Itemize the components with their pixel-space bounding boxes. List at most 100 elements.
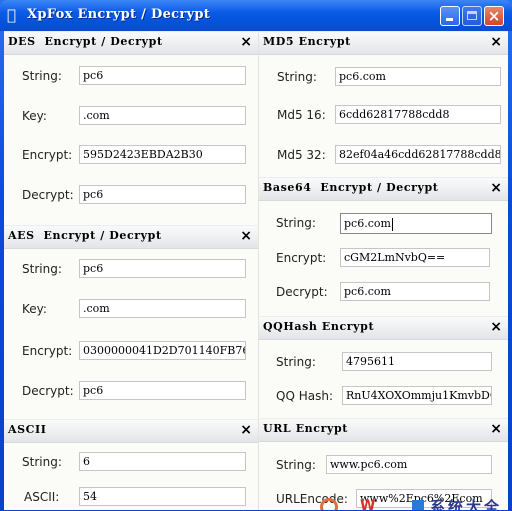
url-string-row: String: www.pc6.com bbox=[259, 455, 508, 477]
ascii-panel-title: ASCII bbox=[8, 423, 47, 436]
base64-string-input[interactable]: pc6.com bbox=[340, 213, 492, 234]
ascii-code-row: ASCII: 54 bbox=[4, 487, 258, 509]
aes-encrypt-label: Encrypt: bbox=[22, 344, 73, 358]
aes-string-label: String: bbox=[22, 262, 62, 276]
md5-16-output[interactable]: 6cdd62817788cdd8 bbox=[335, 105, 501, 124]
des-encrypt-output[interactable]: 595D2423EBDA2B30 bbox=[79, 145, 246, 164]
base64-encrypt-row: Encrypt: cGM2LmNvbQ== bbox=[259, 248, 508, 270]
watermark-w-icon: W bbox=[360, 498, 376, 510]
watermark-circle-icon bbox=[320, 498, 338, 510]
maximize-button[interactable] bbox=[462, 6, 482, 26]
url-string-label: String: bbox=[276, 458, 316, 472]
qqhash-panel-title: QQHash Encrypt bbox=[263, 320, 375, 333]
des-string-input[interactable]: pc6 bbox=[79, 66, 246, 85]
aes-string-input[interactable]: pc6 bbox=[79, 259, 246, 278]
md5-string-input[interactable]: pc6.com bbox=[335, 67, 501, 86]
aes-panel-header: AES Encrypt / Decrypt × bbox=[4, 225, 258, 249]
url-string-input[interactable]: www.pc6.com bbox=[326, 455, 492, 474]
md5-close-icon[interactable]: × bbox=[490, 34, 502, 50]
md5-32-output[interactable]: 82ef04a46cdd62817788cdd8 bbox=[335, 145, 501, 164]
qqhash-hash-output[interactable]: RnU4XOXOmmju1KmvbDGAo bbox=[342, 386, 492, 405]
md5-string-row: String: pc6.com bbox=[259, 67, 508, 89]
base64-panel-header: Base64 Encrypt / Decrypt × bbox=[259, 177, 508, 201]
qqhash-hash-row: QQ Hash: RnU4XOXOmmju1KmvbDGAo bbox=[259, 386, 508, 408]
left-column: DES Encrypt / Decrypt × String: pc6 Key:… bbox=[4, 31, 259, 510]
url-close-icon[interactable]: × bbox=[490, 421, 502, 437]
base64-encrypt-label: Encrypt: bbox=[276, 251, 327, 265]
md5-16-label: Md5 16: bbox=[277, 108, 326, 122]
ascii-code-output[interactable]: 54 bbox=[79, 487, 246, 506]
md5-panel-title: MD5 Encrypt bbox=[263, 35, 351, 48]
aes-panel: AES Encrypt / Decrypt × String: pc6 Key:… bbox=[4, 225, 258, 419]
aes-decrypt-output[interactable]: pc6 bbox=[79, 381, 246, 400]
des-decrypt-row: Decrypt: pc6 bbox=[4, 185, 258, 207]
des-encrypt-label: Encrypt: bbox=[22, 148, 73, 162]
base64-string-label: String: bbox=[276, 216, 316, 230]
des-key-row: Key: .com bbox=[4, 106, 258, 128]
des-string-row: String: pc6 bbox=[4, 66, 258, 88]
qqhash-panel-header: QQHash Encrypt × bbox=[259, 316, 508, 340]
minimize-button[interactable] bbox=[440, 6, 460, 26]
des-decrypt-output[interactable]: pc6 bbox=[79, 185, 246, 204]
watermark-text: 系统大全 bbox=[430, 498, 503, 510]
des-encrypt-row: Encrypt: 595D2423EBDA2B30 bbox=[4, 145, 258, 167]
aes-encrypt-row: Encrypt: 0300000041D2D701140FB76. bbox=[4, 341, 258, 363]
md5-32-row: Md5 32: 82ef04a46cdd62817788cdd8 bbox=[259, 145, 508, 167]
ascii-code-label: ASCII: bbox=[24, 490, 60, 504]
base64-string-value: pc6.com bbox=[344, 217, 391, 230]
qqhash-string-input[interactable]: 4795611 bbox=[342, 352, 492, 371]
url-panel-header: URL Encrypt × bbox=[259, 418, 508, 442]
url-panel: URL Encrypt × String: www.pc6.com URLEnc… bbox=[259, 418, 508, 510]
qqhash-string-label: String: bbox=[276, 355, 316, 369]
text-caret bbox=[391, 217, 393, 231]
aes-key-input[interactable]: .com bbox=[79, 299, 246, 318]
md5-32-label: Md5 32: bbox=[277, 148, 326, 162]
client-area: DES Encrypt / Decrypt × String: pc6 Key:… bbox=[4, 31, 508, 510]
md5-string-label: String: bbox=[277, 70, 317, 84]
qqhash-hash-label: QQ Hash: bbox=[276, 389, 333, 403]
aes-key-row: Key: .com bbox=[4, 299, 258, 321]
base64-string-row: String: pc6.com bbox=[259, 213, 508, 235]
aes-string-row: String: pc6 bbox=[4, 259, 258, 281]
window-title: XpFox Encrypt / Decrypt bbox=[27, 7, 211, 22]
aes-key-label: Key: bbox=[22, 302, 47, 316]
des-key-label: Key: bbox=[22, 109, 47, 123]
watermark-square-icon bbox=[412, 500, 424, 510]
md5-panel-header: MD5 Encrypt × bbox=[259, 31, 508, 55]
url-panel-title: URL Encrypt bbox=[263, 422, 348, 435]
aes-encrypt-output[interactable]: 0300000041D2D701140FB76. bbox=[79, 341, 246, 360]
qqhash-panel: QQHash Encrypt × String: 4795611 QQ Hash… bbox=[259, 316, 508, 418]
base64-close-icon[interactable]: × bbox=[490, 180, 502, 196]
base64-decrypt-output[interactable]: pc6.com bbox=[340, 282, 490, 301]
base64-encrypt-output[interactable]: cGM2LmNvbQ== bbox=[340, 248, 490, 267]
aes-decrypt-row: Decrypt: pc6 bbox=[4, 381, 258, 403]
aes-close-icon[interactable]: × bbox=[240, 228, 252, 244]
aes-panel-title: AES Encrypt / Decrypt bbox=[8, 229, 162, 242]
base64-decrypt-label: Decrypt: bbox=[276, 285, 328, 299]
md5-16-row: Md5 16: 6cdd62817788cdd8 bbox=[259, 105, 508, 127]
des-key-input[interactable]: .com bbox=[79, 106, 246, 125]
des-decrypt-label: Decrypt: bbox=[22, 188, 74, 202]
ascii-panel-header: ASCII × bbox=[4, 419, 258, 443]
ascii-string-input[interactable]: 6 bbox=[79, 452, 246, 471]
close-window-button[interactable]: × bbox=[484, 6, 504, 26]
base64-panel-title: Base64 Encrypt / Decrypt bbox=[263, 181, 439, 194]
des-close-icon[interactable]: × bbox=[240, 34, 252, 50]
ascii-close-icon[interactable]: × bbox=[240, 422, 252, 438]
title-bar[interactable]:  XpFox Encrypt / Decrypt × bbox=[0, 0, 512, 31]
base64-panel: Base64 Encrypt / Decrypt × String: pc6.c… bbox=[259, 177, 508, 316]
watermark-logo: W 系统大全 bbox=[320, 498, 510, 510]
ascii-panel: ASCII × String: 6 ASCII: 54 bbox=[4, 419, 258, 510]
md5-panel: MD5 Encrypt × String: pc6.com Md5 16: 6c… bbox=[259, 31, 508, 177]
right-column: MD5 Encrypt × String: pc6.com Md5 16: 6c… bbox=[259, 31, 508, 510]
des-panel-title: DES Encrypt / Decrypt bbox=[8, 35, 163, 48]
qqhash-string-row: String: 4795611 bbox=[259, 352, 508, 374]
apple-icon:  bbox=[7, 7, 21, 23]
ascii-string-row: String: 6 bbox=[4, 452, 258, 474]
aes-decrypt-label: Decrypt: bbox=[22, 384, 74, 398]
base64-decrypt-row: Decrypt: pc6.com bbox=[259, 282, 508, 304]
des-panel: DES Encrypt / Decrypt × String: pc6 Key:… bbox=[4, 31, 258, 225]
ascii-string-label: String: bbox=[22, 455, 62, 469]
des-panel-header: DES Encrypt / Decrypt × bbox=[4, 31, 258, 55]
qqhash-close-icon[interactable]: × bbox=[490, 319, 502, 335]
